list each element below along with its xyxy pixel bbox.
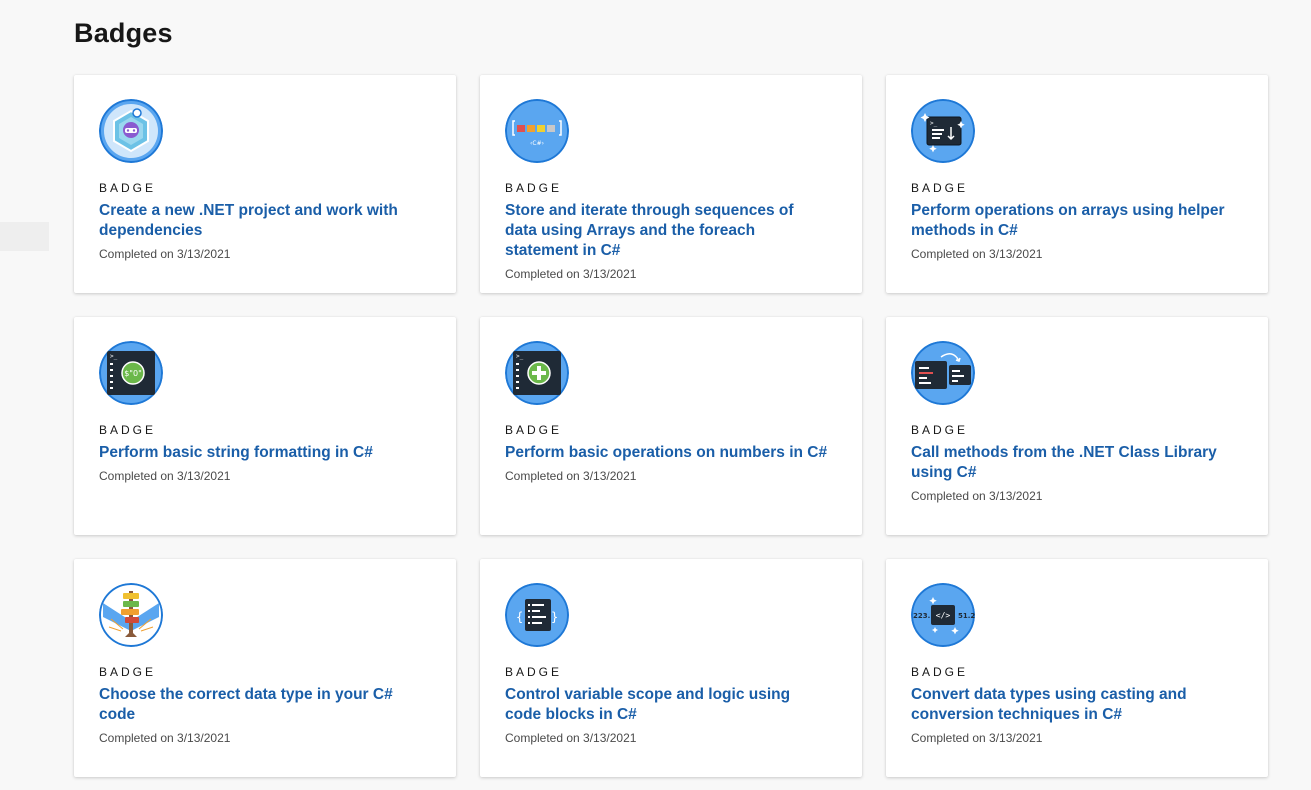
badge-card: >_ BADGE Perform basic operations on num…: [480, 317, 862, 535]
badge-card: BADGE Create a new .NET project and work…: [74, 75, 456, 293]
terminal-plus-icon: >_: [505, 341, 569, 405]
svg-text:$"0": $"0": [124, 369, 142, 378]
badge-card: BADGE Choose the correct data type in yo…: [74, 559, 456, 777]
code-block-icon: { }: [505, 583, 569, 647]
svg-text:51.2: 51.2: [958, 612, 975, 620]
badge-completed-date: Completed on 3/13/2021: [505, 731, 637, 745]
badge-type-label: BADGE: [99, 665, 157, 679]
badge-card: >_ $"0" BADGE Perform basic string forma…: [74, 317, 456, 535]
badge-card: { } BADGE Control variable scope and log…: [480, 559, 862, 777]
badge-completed-date: Completed on 3/13/2021: [911, 731, 1043, 745]
page-title: Badges: [74, 18, 173, 48]
terminal-sort-icon: >_: [911, 99, 975, 163]
badge-title-link[interactable]: Perform operations on arrays using helpe…: [911, 201, 1244, 241]
svg-text:>_: >_: [516, 353, 524, 360]
badge-title-link[interactable]: Call methods from the .NET Class Library…: [911, 443, 1244, 483]
badge-completed-date: Completed on 3/13/2021: [99, 469, 231, 483]
badge-title-link[interactable]: Store and iterate through sequences of d…: [505, 201, 838, 261]
badge-title-link[interactable]: Perform basic string formatting in C#: [99, 443, 432, 463]
dotnet-bot-hexagon-icon: [99, 99, 163, 163]
badge-type-label: BADGE: [911, 423, 969, 437]
svg-text:>_: >_: [110, 353, 118, 360]
svg-text:‹C#›: ‹C#›: [530, 140, 544, 147]
badge-title-link[interactable]: Convert data types using casting and con…: [911, 685, 1244, 725]
badges-grid: BADGE Create a new .NET project and work…: [74, 75, 1268, 777]
svg-text:</>: </>: [936, 611, 951, 620]
badge-completed-date: Completed on 3/13/2021: [99, 731, 231, 745]
svg-text:{: {: [516, 610, 523, 624]
terminal-string-format-icon: >_ $"0": [99, 341, 163, 405]
csharp-array-icon: ‹C#›: [505, 99, 569, 163]
badge-card: ‹C#› BADGE Store and iterate through seq…: [480, 75, 862, 293]
badge-completed-date: Completed on 3/13/2021: [911, 247, 1043, 261]
badge-card: 223. 51.2 </> BADGE Convert data types u…: [886, 559, 1268, 777]
badge-completed-date: Completed on 3/13/2021: [99, 247, 231, 261]
badge-type-label: BADGE: [505, 665, 563, 679]
svg-text:}: }: [551, 610, 558, 624]
svg-text:>_: >_: [930, 120, 938, 127]
badge-card: BADGE Call methods from the .NET Class L…: [886, 317, 1268, 535]
badge-type-label: BADGE: [911, 665, 969, 679]
badge-title-link[interactable]: Create a new .NET project and work with …: [99, 201, 432, 241]
badge-type-label: BADGE: [505, 181, 563, 195]
terminal-methods-icon: [911, 341, 975, 405]
code-conversion-icon: 223. 51.2 </>: [911, 583, 975, 647]
badge-type-label: BADGE: [505, 423, 563, 437]
badge-title-link[interactable]: Perform basic operations on numbers in C…: [505, 443, 838, 463]
badge-completed-date: Completed on 3/13/2021: [505, 469, 637, 483]
badge-completed-date: Completed on 3/13/2021: [911, 489, 1043, 503]
signpost-icon: [99, 583, 163, 647]
badge-card: >_ BADGE Perform operations on arrays us…: [886, 75, 1268, 293]
badge-type-label: BADGE: [99, 423, 157, 437]
badge-type-label: BADGE: [911, 181, 969, 195]
badge-title-link[interactable]: Choose the correct data type in your C# …: [99, 685, 432, 725]
svg-text:223.: 223.: [913, 612, 930, 620]
badge-type-label: BADGE: [99, 181, 157, 195]
sidebar-edge: [0, 222, 49, 251]
badge-completed-date: Completed on 3/13/2021: [505, 267, 637, 281]
badge-title-link[interactable]: Control variable scope and logic using c…: [505, 685, 838, 725]
